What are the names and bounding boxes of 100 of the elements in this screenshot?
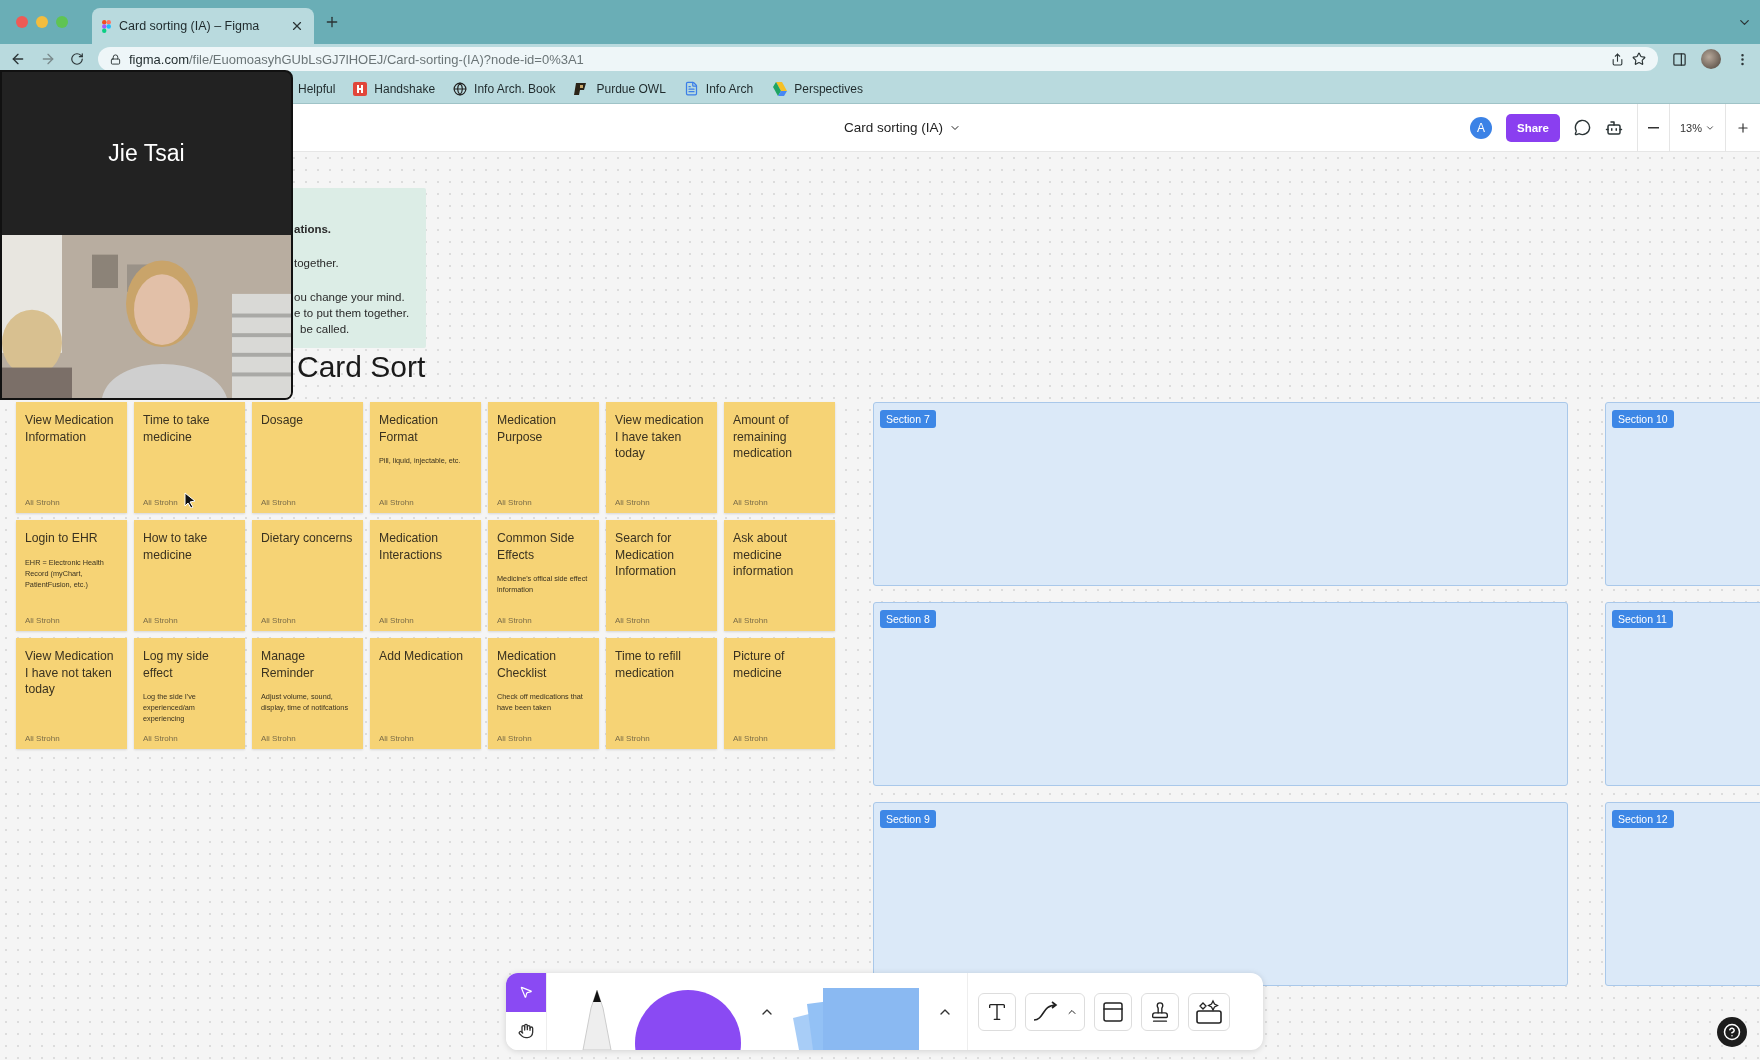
author-name: Ali Strohn (615, 616, 650, 625)
section-label: Section 11 (1612, 610, 1673, 628)
note-text: ou change your mind. (294, 291, 406, 303)
sticky-note[interactable]: Dosage Ali Strohn (252, 402, 363, 513)
hand-icon (518, 1022, 534, 1039)
cursor-icon (184, 492, 196, 508)
author-name: Ali Strohn (261, 734, 296, 743)
sticky-title: Medication Checklist (497, 648, 557, 681)
circle-shape-drawing[interactable] (635, 990, 741, 1050)
share-icon[interactable] (1611, 52, 1624, 66)
zoom-level-button[interactable]: 13% (1669, 103, 1726, 152)
author-name: Ali Strohn (25, 498, 60, 507)
sticky-note[interactable]: Dietary concerns Ali Strohn (252, 520, 363, 631)
sticky-note[interactable]: How to take medicine Ali Strohn (134, 520, 245, 631)
new-tab-icon[interactable] (324, 14, 340, 30)
sticky-title: Common Side Effects (497, 530, 576, 563)
user-avatar[interactable]: A (1470, 116, 1492, 139)
author-name: Ali Strohn (733, 734, 768, 743)
author-name: Ali Strohn (143, 616, 178, 625)
profile-avatar[interactable] (1701, 49, 1721, 69)
note-text: e to put them together. (294, 307, 411, 319)
hand-tool-button[interactable] (506, 1011, 546, 1050)
move-tool-button[interactable] (506, 973, 546, 1012)
sticky-note[interactable]: View Medication I have not taken today Ali Strohn (16, 638, 127, 749)
author-name: Ali Strohn (615, 498, 650, 507)
sticky-title: Dosage (261, 412, 304, 429)
side-panel-icon[interactable] (1672, 51, 1687, 67)
bookmark-link[interactable]: Helpful (298, 81, 336, 96)
help-icon (1723, 1023, 1741, 1041)
lock-icon (110, 53, 121, 65)
stamp-tool-button[interactable] (1141, 992, 1179, 1031)
note-text: together. (294, 257, 340, 269)
close-icon[interactable] (290, 19, 304, 33)
reload-icon[interactable] (70, 52, 84, 66)
frame-icon (1101, 999, 1125, 1024)
star-icon[interactable] (1632, 52, 1646, 66)
section-label: Section 9 (880, 810, 936, 828)
author-name: Ali Strohn (143, 734, 178, 743)
widget-tool-button[interactable] (1188, 992, 1230, 1031)
sticky-title: Medication Format (379, 412, 439, 445)
sticky-title: Medication Interactions (379, 530, 443, 563)
figma-logo-icon (102, 19, 111, 33)
bookmark-link[interactable]: Purdue OWL (573, 81, 666, 96)
document-icon (683, 81, 699, 96)
author-name: Ali Strohn (379, 498, 414, 507)
robot-icon[interactable] (1604, 118, 1623, 137)
author-name: Ali Strohn (733, 498, 768, 507)
sticky-title: View Medication Information (25, 412, 115, 445)
sticky-note[interactable]: Time to take medicine Ali Strohn (134, 402, 245, 513)
section-tool-button[interactable] (1094, 992, 1132, 1031)
section-label: Section 10 (1612, 410, 1674, 428)
author-name: Ali Strohn (261, 498, 296, 507)
author-name: Ali Strohn (261, 616, 296, 625)
sticky-title: Add Medication (379, 648, 464, 665)
bookmark-link[interactable]: Handshake (353, 81, 436, 96)
help-button[interactable] (1717, 1017, 1747, 1047)
sticky-note[interactable]: Time to refill medication Ali Strohn (606, 638, 717, 749)
text-tool-button[interactable] (978, 992, 1016, 1031)
sticky-title: View medication I have taken today (615, 412, 705, 462)
sticky-title: Login to EHR (25, 530, 99, 547)
sticky-note[interactable]: Medication Purpose Ali Strohn (488, 402, 599, 513)
sticky-title: Amount of remaining medication (733, 412, 793, 462)
comment-icon[interactable] (1573, 119, 1591, 136)
sticky-title: Medication Purpose (497, 412, 557, 445)
sticky-note[interactable]: Add Medication Ali Strohn (370, 638, 481, 749)
sticky-title: Time to refill medication (615, 648, 682, 681)
sticky-note[interactable]: Medication Interactions Ali Strohn (370, 520, 481, 631)
sticky-note[interactable]: View medication I have taken today Ali Strohn (606, 402, 717, 513)
author-name: Ali Strohn (497, 734, 532, 743)
sticky-note[interactable]: Ask about medicine information Ali Strohn (724, 520, 835, 631)
handshake-logo-icon (353, 81, 368, 96)
author-name: Ali Strohn (379, 734, 414, 743)
author-name: Ali Strohn (25, 734, 60, 743)
note-text: be called. (299, 323, 351, 335)
bookmark-link[interactable]: Info Arch (683, 81, 754, 96)
plus-icon (1736, 120, 1750, 135)
address-field[interactable]: figma.com/file/EuomoasyhGUbLsGJ7lHOEJ/Card-sorting-(IA)?node-id=0%3A1 (98, 47, 1658, 71)
share-button[interactable]: Share (1506, 113, 1560, 142)
sticky-note[interactable]: View Medication Information Ali Strohn (16, 402, 127, 513)
sticky-title: Manage Reminder (261, 648, 315, 681)
file-title-button[interactable]: Card sorting (IA) (838, 119, 968, 136)
browser-tab[interactable]: Card sorting (IA) – Figma (92, 8, 314, 44)
widget-icon (1195, 998, 1223, 1025)
sticky-note[interactable]: Search for Medication Information Ali Strohn (606, 520, 717, 631)
connector-tool-button[interactable] (1025, 992, 1085, 1031)
author-name: Ali Strohn (733, 616, 768, 625)
author-name: Ali Strohn (25, 616, 60, 625)
author-name: Ali Strohn (497, 498, 532, 507)
globe-icon (453, 81, 468, 96)
drive-logo-icon (771, 81, 788, 96)
sticky-title: How to take medicine (143, 530, 209, 563)
author-name: Ali Strohn (143, 498, 178, 507)
section-label: Section 12 (1612, 810, 1674, 828)
back-icon[interactable] (10, 51, 26, 67)
sticky-title: Search for Medication Information (615, 530, 677, 580)
sticky-note[interactable]: Amount of remaining medication Ali Strohn (724, 402, 835, 513)
pointer-icon (519, 985, 533, 1000)
bookmark-link[interactable]: Info Arch. Book (453, 81, 556, 96)
bookmark-link[interactable]: Perspectives (771, 81, 863, 96)
sticky-note[interactable]: Picture of medicine Ali Strohn (724, 638, 835, 749)
